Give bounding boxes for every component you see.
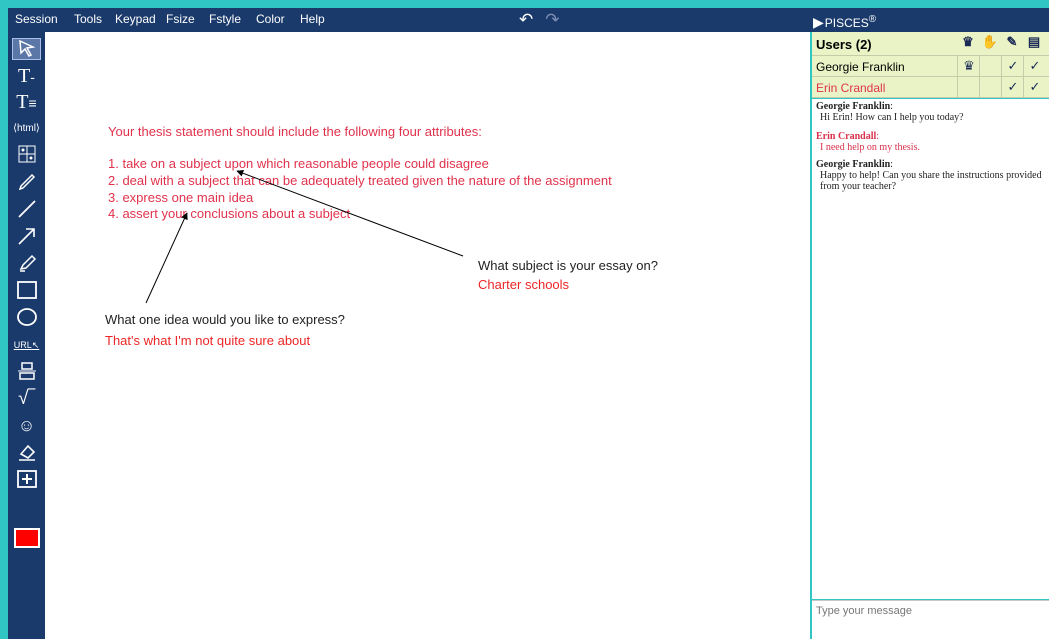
check-icon[interactable]: ✓ bbox=[1023, 77, 1046, 97]
menu-color[interactable]: Color bbox=[256, 12, 285, 26]
chat-text: I need help on my thesis. bbox=[820, 142, 920, 153]
brand-name: PISCES bbox=[824, 16, 869, 30]
menu-fstyle[interactable]: Fstyle bbox=[209, 12, 241, 26]
arrow-to-main-idea bbox=[145, 212, 188, 304]
chat-sender: Georgie Franklin bbox=[816, 159, 891, 170]
menu-session[interactable]: Session bbox=[15, 12, 58, 26]
chat-log: Georgie Franklin: Hi Erin! How can I hel… bbox=[812, 99, 1049, 599]
check-icon[interactable]: ✓ bbox=[1001, 56, 1024, 76]
check-icon[interactable]: ✓ bbox=[1001, 77, 1024, 97]
edit-icon: ✎ bbox=[1006, 34, 1018, 49]
chat-sender: Erin Crandall bbox=[816, 131, 877, 142]
chat-text: Happy to help! Can you share the instruc… bbox=[820, 170, 1042, 192]
users-header: Users (2) bbox=[816, 37, 872, 52]
check-icon[interactable]: ✓ bbox=[1023, 56, 1046, 76]
hand-cell[interactable] bbox=[979, 56, 1002, 76]
eraser-tool[interactable] bbox=[12, 442, 41, 464]
user-row[interactable]: Erin Crandall ✓ ✓ bbox=[812, 77, 1049, 98]
canvas-item-4: 4. assert your conclusions about a subje… bbox=[108, 206, 351, 221]
canvas-answer-1: Charter schools bbox=[478, 277, 570, 292]
canvas-answer-2: That's what I'm not quite sure about bbox=[105, 333, 311, 348]
text-tool-glyph: T bbox=[18, 65, 31, 87]
user-name: Georgie Franklin bbox=[816, 60, 905, 74]
url-tool[interactable]: URL↖ bbox=[12, 334, 41, 356]
crown-cell bbox=[957, 77, 980, 97]
arrow-tool[interactable] bbox=[12, 226, 41, 248]
hand-cell[interactable] bbox=[979, 77, 1002, 97]
math-tool[interactable]: √‾ bbox=[12, 388, 41, 410]
canvas-item-2: 2. deal with a subject that can be adequ… bbox=[108, 173, 612, 188]
menu-fsize[interactable]: Fsize bbox=[166, 12, 195, 26]
menu-bar: Session Tools Keypad Fsize Fstyle Color … bbox=[8, 8, 1049, 32]
user-row[interactable]: Georgie Franklin ♛ ✓ ✓ bbox=[812, 56, 1049, 77]
chat-text: Hi Erin! How can I help you today? bbox=[820, 112, 964, 123]
highlighter-tool[interactable] bbox=[12, 253, 41, 275]
brand-mark: ® bbox=[868, 14, 877, 25]
chat-icon: ▤ bbox=[1027, 34, 1041, 49]
chat-message: Georgie Franklin: Hi Erin! How can I hel… bbox=[816, 101, 1044, 123]
canvas-question-2: What one idea would you like to express? bbox=[105, 312, 345, 327]
line-tool[interactable] bbox=[12, 199, 41, 221]
menu-keypad[interactable]: Keypad bbox=[115, 12, 156, 26]
chat-message: Georgie Franklin: Happy to help! Can you… bbox=[816, 159, 1044, 192]
menu-help[interactable]: Help bbox=[300, 12, 325, 26]
ellipse-tool[interactable] bbox=[12, 307, 41, 329]
crown-icon: ♛ bbox=[957, 56, 980, 76]
canvas-item-3: 3. express one main idea bbox=[108, 190, 254, 205]
text-block-glyph: T bbox=[16, 91, 29, 113]
chat-sender: Georgie Franklin bbox=[816, 101, 891, 112]
chat-message: Erin Crandall: I need help on my thesis. bbox=[816, 131, 1044, 153]
html-tool[interactable]: ⟨html⟩ bbox=[12, 118, 41, 140]
redo-icon[interactable]: ↷ bbox=[545, 10, 559, 29]
brand-logo: ▶PISCES® bbox=[813, 8, 876, 32]
emoji-tool[interactable]: ☺ bbox=[12, 415, 41, 437]
user-name: Erin Crandall bbox=[816, 81, 886, 95]
undo-redo-group: ↶ ↷ bbox=[519, 10, 572, 30]
keypad-tool[interactable] bbox=[12, 145, 41, 167]
message-input[interactable]: Type your message bbox=[812, 600, 1049, 639]
canvas-question-1: What subject is your essay on? bbox=[478, 258, 658, 273]
color-picker-swatch[interactable] bbox=[14, 528, 40, 548]
select-tool[interactable] bbox=[12, 38, 41, 60]
text-tool[interactable]: T- bbox=[12, 65, 41, 87]
canvas-heading: Your thesis statement should include the… bbox=[108, 124, 482, 139]
tool-palette: T- T≡ ⟨html⟩ URL↖ √‾ ☺ bbox=[8, 32, 45, 639]
add-page-tool[interactable] bbox=[12, 469, 41, 491]
whiteboard-canvas[interactable]: Your thesis statement should include the… bbox=[45, 32, 810, 639]
hand-icon: ✋ bbox=[981, 34, 999, 49]
pencil-tool[interactable] bbox=[12, 172, 41, 194]
rectangle-tool[interactable] bbox=[12, 280, 41, 302]
undo-icon[interactable]: ↶ bbox=[519, 10, 533, 29]
canvas-item-1: 1. take on a subject upon which reasonab… bbox=[108, 156, 489, 171]
pisces-logo-icon: ▶ bbox=[813, 14, 824, 30]
crown-icon: ♛ bbox=[962, 34, 974, 49]
url-tool-glyph: URL bbox=[13, 340, 32, 350]
users-header-row: Users (2) ♛ ✋ ✎ ▤ bbox=[812, 32, 1049, 56]
html-tool-glyph: ⟨html⟩ bbox=[13, 123, 40, 134]
align-tool[interactable] bbox=[12, 361, 41, 383]
menu-tools[interactable]: Tools bbox=[74, 12, 102, 26]
text-block-tool[interactable]: T≡ bbox=[12, 91, 41, 113]
